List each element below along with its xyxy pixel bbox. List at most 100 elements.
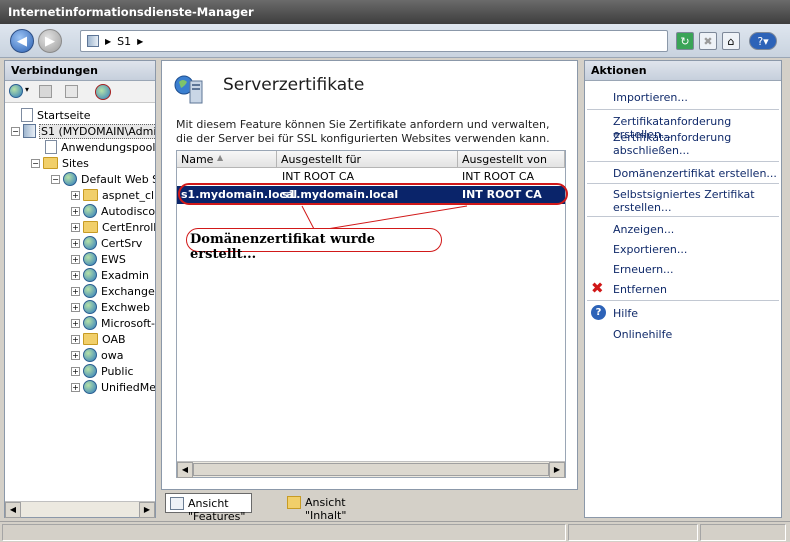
up-level-icon[interactable] (65, 85, 78, 98)
connections-panel: Verbindungen ▾ Startseite − S1 (MYDOMAIN… (4, 60, 156, 518)
tab-label: Ansicht "Inhalt" (305, 496, 347, 522)
expand-icon[interactable]: + (71, 318, 80, 328)
back-button[interactable]: ◀ (10, 29, 34, 53)
list-horizontal-scrollbar[interactable]: ◀ ▶ (177, 461, 565, 478)
arrow-right-icon: ▶ (45, 33, 55, 49)
help-icon[interactable]: ? (591, 305, 606, 320)
address-bar[interactable]: ▶ S1 ▶ (80, 30, 668, 52)
tree-item[interactable]: + Autodisco (71, 203, 155, 219)
tab-content-view[interactable]: Ansicht "Inhalt" (283, 493, 352, 522)
tree-item-server[interactable]: − S1 (MYDOMAIN\Admin (11, 123, 155, 139)
server-icon (23, 124, 36, 138)
actions-header: Aktionen (585, 61, 781, 81)
tree-item[interactable]: + CertEnroll (71, 219, 155, 235)
application-icon (83, 300, 97, 314)
divider (587, 216, 779, 217)
save-icon[interactable] (39, 85, 52, 98)
collapse-icon[interactable]: − (11, 126, 20, 136)
tree-item-app-pools[interactable]: Anwendungspools (45, 139, 155, 155)
tree-item-label: Exchange (101, 284, 155, 298)
tree-item-label: UnifiedMes (101, 380, 155, 394)
refresh-icon[interactable]: ↻ (676, 32, 694, 50)
expand-icon[interactable]: + (71, 302, 80, 312)
expand-icon[interactable]: + (71, 238, 80, 248)
help-dropdown-icon[interactable]: ?▾ (749, 32, 777, 50)
breadcrumb-server[interactable]: S1 (117, 35, 131, 48)
expand-icon[interactable]: + (71, 190, 80, 200)
tree-item[interactable]: + owa (71, 347, 124, 363)
scroll-right-icon[interactable]: ▶ (549, 462, 565, 478)
tree-item-label: Anwendungspools (61, 140, 155, 154)
scroll-right-icon[interactable]: ▶ (139, 502, 155, 518)
tree-item[interactable]: + EWS (71, 251, 127, 267)
application-icon (83, 236, 97, 250)
breadcrumb-arrow-icon: ▶ (137, 36, 144, 46)
connections-toolbar: ▾ (5, 81, 155, 103)
virtual-directory-icon (83, 221, 98, 233)
tree-item-label: Exchweb (101, 300, 151, 314)
forward-button[interactable]: ▶ (38, 29, 62, 53)
disconnect-icon[interactable] (95, 84, 111, 100)
expand-icon[interactable]: + (71, 350, 80, 360)
main-content: Serverzertifikate Mit diesem Feature kön… (161, 60, 578, 490)
actions-panel: Aktionen Importieren... Zertifikatanford… (584, 60, 782, 518)
action-help[interactable]: Hilfe (613, 307, 638, 320)
tree-item[interactable]: + OAB (71, 331, 127, 347)
tree-item-default-web-site[interactable]: − Default Web S (51, 171, 155, 187)
collapse-icon[interactable]: − (51, 174, 60, 184)
action-remove[interactable]: Entfernen (613, 283, 667, 296)
expand-icon[interactable]: + (71, 254, 80, 264)
action-online-help[interactable]: Onlinehilfe (613, 328, 672, 341)
action-complete-request[interactable]: Zertifikatanforderung abschließen... (613, 131, 773, 157)
expand-icon[interactable]: + (71, 286, 80, 296)
action-export[interactable]: Exportieren... (613, 243, 687, 256)
tree-item[interactable]: + aspnet_cli (71, 187, 155, 203)
tree-horizontal-scrollbar[interactable]: ◀ ▶ (5, 501, 155, 518)
chevron-down-icon[interactable]: ▾ (25, 85, 29, 94)
tree-item[interactable]: + Exchweb (71, 299, 151, 315)
collapse-icon[interactable]: − (31, 158, 40, 168)
tab-features-view[interactable]: Ansicht "Features" (165, 493, 253, 523)
tree-item-label: S1 (MYDOMAIN\Admin (39, 123, 155, 139)
connect-globe-icon[interactable] (9, 84, 23, 98)
action-create-self-signed[interactable]: Selbstsigniertes Zertifikat erstellen... (613, 188, 773, 214)
remove-icon[interactable]: ✖ (591, 279, 604, 297)
tree-item[interactable]: + Exadmin (71, 267, 150, 283)
tree-item-label: OAB (102, 332, 126, 346)
expand-icon[interactable]: + (71, 206, 80, 216)
action-create-domain-cert[interactable]: Domänenzertifikat erstellen... (613, 167, 777, 180)
virtual-directory-icon (83, 333, 98, 345)
application-icon (83, 204, 97, 218)
expand-icon[interactable]: + (71, 270, 80, 280)
expand-icon[interactable]: + (71, 382, 80, 392)
sites-folder-icon (43, 157, 58, 169)
tree-item-label: Exadmin (101, 268, 149, 282)
tree-item-label: Microsoft- (101, 316, 155, 330)
tree-item-label: Sites (62, 156, 89, 170)
tree-item[interactable]: + CertSrv (71, 235, 143, 251)
expand-icon[interactable]: + (71, 366, 80, 376)
arrow-left-icon: ◀ (17, 33, 27, 49)
scroll-left-icon[interactable]: ◀ (177, 462, 193, 478)
tree-item-startseite[interactable]: Startseite (21, 107, 92, 123)
content-view-icon (287, 496, 301, 509)
tree-item-label: EWS (101, 252, 126, 266)
tree-item[interactable]: + Public (71, 363, 135, 379)
divider (587, 300, 779, 301)
stop-icon[interactable]: ✖ (699, 32, 717, 50)
tree-item[interactable]: + UnifiedMes (71, 379, 155, 395)
globe-icon (63, 172, 77, 186)
action-view[interactable]: Anzeigen... (613, 223, 674, 236)
action-renew[interactable]: Erneuern... (613, 263, 674, 276)
scroll-left-icon[interactable]: ◀ (5, 502, 21, 518)
home-icon[interactable]: ⌂ (722, 32, 740, 50)
status-bar (0, 521, 790, 542)
tree-item[interactable]: + Microsoft- (71, 315, 155, 331)
action-import[interactable]: Importieren... (613, 91, 688, 104)
tree-item-label: Default Web S (81, 172, 155, 186)
expand-icon[interactable]: + (71, 222, 80, 232)
tree-item-sites[interactable]: − Sites (31, 155, 90, 171)
tree-item[interactable]: + Exchange (71, 283, 155, 299)
expand-icon[interactable]: + (71, 334, 80, 344)
scroll-thumb[interactable] (193, 463, 549, 476)
